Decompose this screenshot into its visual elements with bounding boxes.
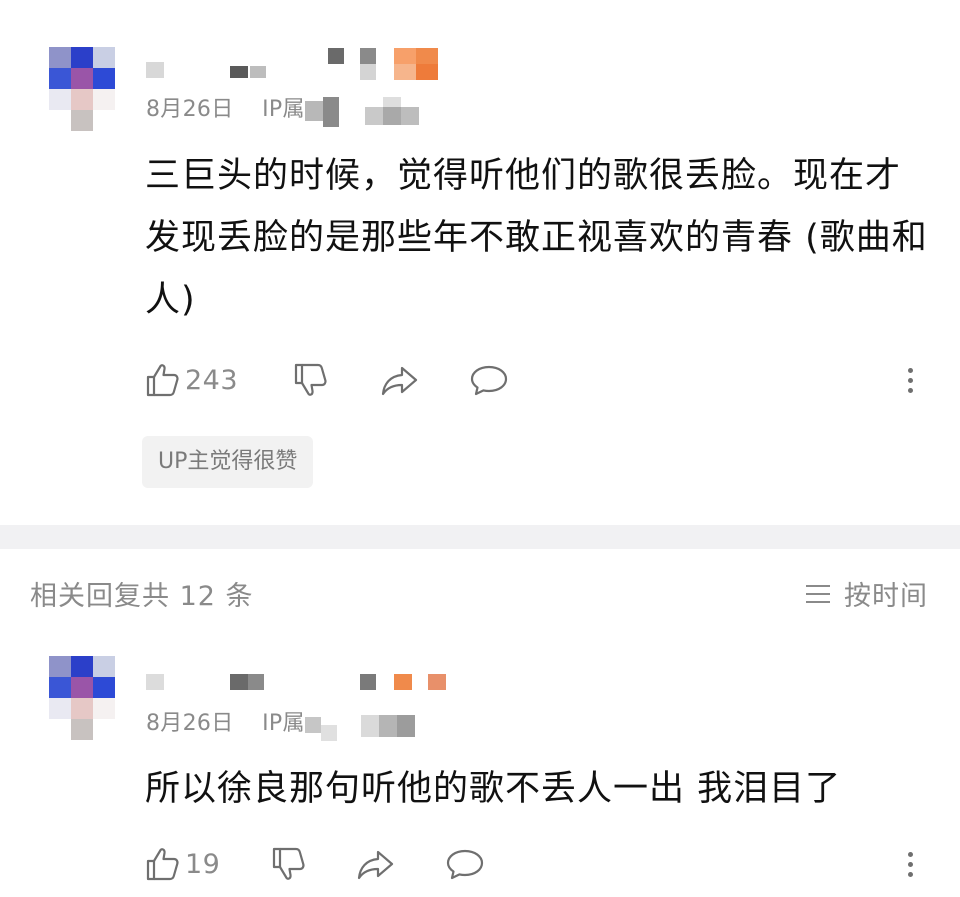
comment-meta: 8月26日 IP属: [146, 705, 435, 741]
thumb-down-icon: [272, 847, 305, 880]
thumb-up-icon: [146, 364, 179, 397]
comment-text: 三巨头的时候，觉得听他们的歌很丢脸。现在才发现丢脸的是那些年不敢正视喜欢的青春 …: [145, 156, 928, 320]
more-vertical-icon: [907, 851, 913, 857]
dislike-button[interactable]: [290, 358, 330, 402]
share-button[interactable]: [354, 842, 398, 886]
ip-location-label: IP属: [262, 711, 305, 736]
reply-button[interactable]: [444, 842, 486, 886]
up-liked-badge: UP主觉得很赞: [142, 436, 314, 488]
comment-icon: [470, 365, 508, 396]
share-icon: [357, 850, 394, 880]
sort-lines-icon: [806, 584, 830, 603]
reply-button[interactable]: [468, 358, 510, 402]
avatar[interactable]: [49, 47, 115, 131]
like-count: 19: [185, 848, 221, 880]
comment-actions: 19: [140, 842, 960, 886]
comment-meta: 8月26日 IP属: [146, 91, 435, 127]
ip-location-blurred: [304, 97, 435, 127]
share-icon: [381, 366, 418, 396]
like-count: 243: [185, 364, 239, 396]
avatar[interactable]: [49, 656, 115, 740]
sort-by-time-button[interactable]: 按时间: [804, 574, 928, 613]
like-button[interactable]: 243: [142, 358, 238, 402]
username-blurred[interactable]: [146, 48, 446, 82]
share-button[interactable]: [378, 358, 422, 402]
thumb-up-icon: [146, 848, 179, 881]
like-button[interactable]: 19: [142, 842, 220, 886]
comment-actions: 243: [140, 358, 960, 402]
reply-comment: 8月26日 IP属 所以徐良那句听他的歌不丢人一出 我泪目了 19: [0, 640, 960, 897]
comment-date: 8月26日: [146, 97, 234, 122]
ip-location-blurred: [304, 711, 435, 741]
replies-count-title: 相关回复共 12 条: [30, 581, 254, 612]
comment-text: 所以徐良那句听他的歌不丢人一出 我泪目了: [145, 769, 842, 809]
sort-label: 按时间: [844, 581, 928, 612]
username-blurred[interactable]: [146, 672, 446, 706]
section-divider: [0, 525, 960, 549]
more-options-button[interactable]: [895, 358, 925, 402]
more-options-button[interactable]: [895, 842, 925, 886]
replies-header: 相关回复共 12 条 按时间: [0, 566, 960, 620]
main-comment: 8月26日 IP属 三巨头的时候，觉得听他们的歌很丢脸。现在才发现丢脸的是那些年…: [0, 0, 960, 525]
ip-location-label: IP属: [262, 97, 305, 122]
thumb-down-icon: [294, 363, 327, 396]
more-vertical-icon: [907, 367, 913, 373]
dislike-button[interactable]: [268, 842, 308, 886]
comment-icon: [446, 849, 484, 880]
comment-date: 8月26日: [146, 711, 234, 736]
